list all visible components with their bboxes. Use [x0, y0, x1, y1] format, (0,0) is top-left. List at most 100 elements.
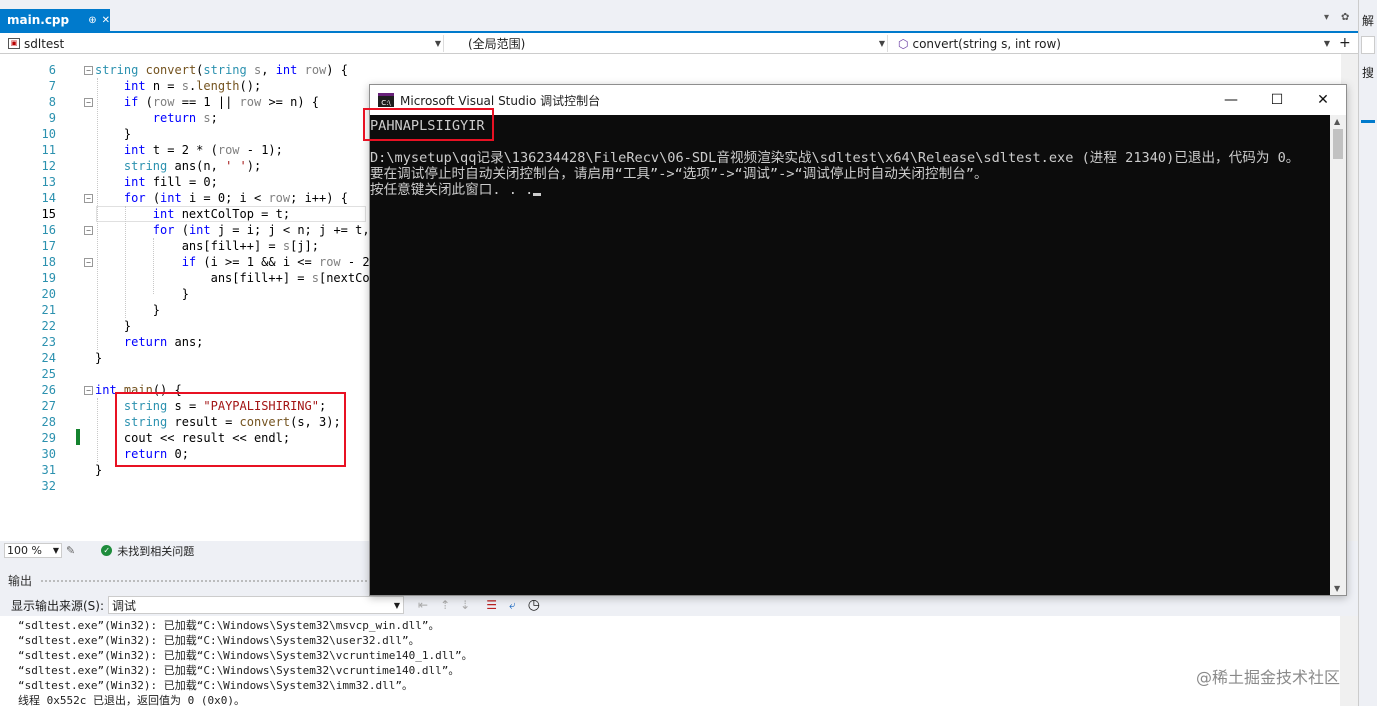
collapse-toggle[interactable]: − [84, 98, 93, 107]
next-message-icon[interactable]: ⇣ [460, 598, 470, 612]
line-number: 22 [41, 319, 56, 333]
output-source-dropdown[interactable]: 调试 ▼ [108, 596, 405, 614]
code-line: } [95, 303, 161, 317]
chevron-down-icon: ▼ [393, 600, 401, 610]
code-line: string convert(string s, int row) { [95, 63, 348, 77]
search-tab[interactable]: 搜 [1362, 64, 1374, 81]
collapse-toggle[interactable]: − [84, 66, 93, 75]
side-accent-bar [1361, 120, 1375, 123]
output-scrollbar[interactable] [1340, 616, 1358, 706]
chevron-down-icon: ▼ [1323, 39, 1330, 48]
console-line: 要在调试停止时自动关闭控制台，请启用“工具”->“选项”->“调试”->“调试停… [370, 166, 988, 182]
line-number: 9 [48, 111, 56, 125]
line-number: 18 [41, 255, 56, 269]
code-line: } [95, 351, 103, 365]
line-number-current: 15 [41, 207, 56, 221]
line-number: 8 [48, 95, 56, 109]
output-line: “sdltest.exe”(Win32): 已加载“C:\Windows\Sys… [18, 679, 413, 692]
code-line: } [95, 287, 189, 301]
collapse-toggle[interactable]: − [84, 226, 93, 235]
line-number: 16 [41, 223, 56, 237]
code-line: int t = 2 * (row - 1); [123, 143, 283, 157]
clear-all-icon[interactable]: ☰ [486, 598, 497, 612]
scroll-thumb[interactable] [1333, 129, 1343, 159]
close-icon[interactable]: ✕ [102, 15, 110, 26]
output-text-area[interactable]: “sdltest.exe”(Win32): 已加载“C:\Windows\Sys… [0, 616, 1340, 706]
line-number: 26 [41, 383, 56, 397]
line-number: 17 [41, 239, 56, 253]
debug-console-window[interactable]: C:\ Microsoft Visual Studio 调试控制台 — ☐ ✕ … [363, 84, 1347, 596]
code-line: int nextColTop = t; [152, 207, 291, 221]
code-line: return s; [152, 111, 218, 125]
change-tracking-bar [76, 429, 80, 445]
line-number: 28 [41, 415, 56, 429]
scroll-down-icon[interactable]: ▼ [1334, 584, 1340, 593]
settings-icon[interactable]: ✿ [1341, 12, 1349, 23]
line-number: 10 [41, 127, 56, 141]
minimize-button[interactable]: — [1208, 85, 1254, 115]
scope-dropdown[interactable]: (全局范围) ▼ [450, 35, 888, 52]
zoom-value: 100 % [7, 544, 42, 557]
line-number: 19 [41, 271, 56, 285]
scroll-up-icon[interactable]: ▲ [1334, 117, 1340, 126]
output-line: 线程 0x552c 已退出，返回值为 0 (0x0)。 [18, 694, 245, 706]
code-line: } [95, 463, 103, 477]
output-line: “sdltest.exe”(Win32): 已加载“C:\Windows\Sys… [18, 634, 420, 647]
output-line: “sdltest.exe”(Win32): 已加载“C:\Windows\Sys… [18, 664, 460, 677]
line-number: 25 [41, 367, 56, 381]
word-wrap-icon[interactable]: ⤶ [509, 598, 516, 613]
console-title-bar[interactable]: C:\ Microsoft Visual Studio 调试控制台 — ☐ ✕ [370, 85, 1346, 115]
split-add-icon[interactable]: + [1339, 35, 1351, 51]
line-number: 7 [48, 79, 56, 93]
issues-status: 未找到相关问题 [117, 544, 195, 558]
code-line: } [95, 127, 132, 141]
project-dropdown[interactable]: ▣ sdltest ▼ [4, 35, 444, 52]
member-value: convert(string s, int row) [912, 36, 1061, 51]
collapse-toggle[interactable]: − [84, 194, 93, 203]
tab-main-cpp[interactable]: main.cpp ⊕ ✕ [0, 9, 110, 31]
solution-explorer-tab[interactable]: 解 [1362, 12, 1374, 29]
code-line: int fill = 0; [123, 175, 218, 189]
chevron-down-icon: ▼ [878, 39, 885, 48]
collapse-toggle[interactable]: − [84, 258, 93, 267]
output-source-value: 调试 [112, 598, 137, 613]
navigation-bar: ▣ sdltest ▼ (全局范围) ▼ ⬡ convert(string s,… [0, 33, 1358, 54]
project-icon: ▣ [8, 38, 20, 49]
console-output[interactable]: PAHNAPLSIIGYIR D:\mysetup\qq记录\136234428… [370, 115, 1330, 595]
prev-message-icon[interactable]: ⇡ [440, 598, 450, 612]
output-line: “sdltest.exe”(Win32): 已加载“C:\Windows\Sys… [18, 649, 473, 662]
line-number: 13 [41, 175, 56, 189]
clock-icon[interactable]: ◷ [528, 597, 540, 613]
tab-title: main.cpp [7, 13, 70, 27]
highlight-box-main-body [115, 392, 346, 467]
code-line: int n = s.length(); [123, 79, 262, 93]
tab-list-dropdown-icon[interactable]: ▾ [1324, 12, 1329, 23]
line-number: 27 [41, 399, 56, 413]
collapse-toggle[interactable]: − [84, 386, 93, 395]
output-line: “sdltest.exe”(Win32): 已加载“C:\Windows\Sys… [18, 619, 440, 632]
zoom-dropdown[interactable]: 100 % ▼ [4, 543, 62, 558]
output-source-label: 显示输出来源(S): [11, 598, 105, 613]
chevron-down-icon: ▼ [434, 39, 441, 48]
code-cleanup-icon[interactable]: ✎ [66, 544, 75, 557]
find-message-icon[interactable]: ⇤ [418, 598, 428, 612]
document-tab-strip: main.cpp ⊕ ✕ ▾ ✿ [0, 0, 1358, 31]
member-dropdown[interactable]: ⬡ convert(string s, int row) ▼ [894, 35, 1332, 52]
side-search-box[interactable] [1361, 36, 1375, 54]
console-line: D:\mysetup\qq记录\136234428\FileRecv\06-SD… [370, 150, 1300, 166]
chevron-down-icon: ▼ [52, 546, 59, 555]
line-number: 14 [41, 191, 56, 205]
close-button[interactable]: ✕ [1300, 85, 1346, 115]
line-number: 21 [41, 303, 56, 317]
scope-value: (全局范围) [468, 37, 526, 51]
pin-icon[interactable]: ⊕ [88, 15, 96, 26]
console-scrollbar[interactable]: ▲ ▼ [1330, 115, 1346, 595]
vs-ide: main.cpp ⊕ ✕ ▾ ✿ ▣ sdltest ▼ (全局范围) ▼ ⬡ … [0, 0, 1377, 706]
method-cube-icon: ⬡ [898, 36, 909, 51]
maximize-button[interactable]: ☐ [1254, 85, 1300, 115]
check-circle-icon: ✓ [101, 545, 113, 556]
output-panel-title: 输出 [8, 574, 33, 588]
program-output-line: PAHNAPLSIIGYIR [370, 118, 485, 134]
line-number: 24 [41, 351, 56, 365]
